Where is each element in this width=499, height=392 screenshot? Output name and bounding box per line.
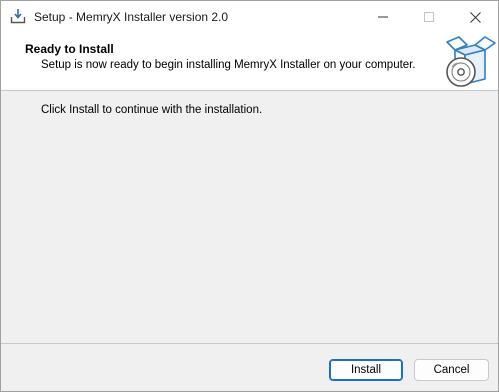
install-instruction: Click Install to continue with the insta… — [41, 104, 263, 116]
cancel-button[interactable]: Cancel — [414, 359, 489, 381]
title-bar[interactable]: Setup - MemryX Installer version 2.0 — [1, 1, 498, 33]
close-icon — [469, 11, 481, 23]
maximize-button — [406, 1, 452, 33]
window-title: Setup - MemryX Installer version 2.0 — [34, 10, 229, 24]
page-subtitle: Setup is now ready to begin installing M… — [41, 59, 416, 71]
box-with-disc-icon — [441, 36, 497, 90]
page-title: Ready to Install — [25, 42, 114, 56]
installer-window: Setup - MemryX Installer version 2.0 Rea… — [0, 0, 499, 392]
installer-download-icon — [10, 8, 26, 24]
maximize-icon — [424, 12, 434, 22]
minimize-icon — [378, 16, 388, 18]
wizard-header: Ready to Install Setup is now ready to b… — [1, 33, 498, 91]
close-button[interactable] — [452, 1, 498, 33]
install-button[interactable]: Install — [329, 359, 403, 381]
footer-divider — [1, 343, 498, 344]
minimize-button[interactable] — [360, 1, 406, 33]
